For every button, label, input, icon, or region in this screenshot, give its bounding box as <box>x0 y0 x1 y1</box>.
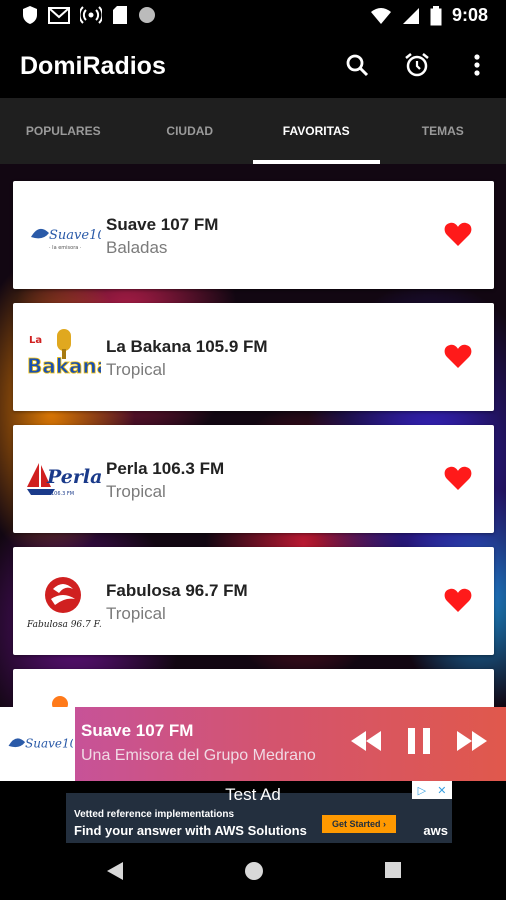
fast-forward-icon[interactable] <box>456 730 488 752</box>
station-card[interactable]: Perla 106.3 FM Perla 106.3 FM Tropical <box>13 425 494 533</box>
station-genre: Baladas <box>106 238 168 257</box>
station-card[interactable]: Fabulosa 96.7 FM Fabulosa 96.7 FM Tropic… <box>13 547 494 655</box>
svg-text:La: La <box>29 335 42 346</box>
svg-text:Suave107: Suave107 <box>25 737 73 751</box>
app-title: DomiRadios <box>20 52 166 80</box>
search-button[interactable] <box>342 50 372 80</box>
station-logo: Fabulosa 96.7 FM <box>25 569 101 633</box>
circle-icon <box>139 7 155 23</box>
favorite-heart-icon[interactable] <box>444 343 472 369</box>
station-card[interactable]: La Bakana La Bakana 105.9 FM Tropical <box>13 303 494 411</box>
wifi-icon <box>370 7 391 24</box>
home-icon[interactable] <box>244 861 264 881</box>
more-options-button[interactable] <box>462 50 492 80</box>
fabulosa-logo-lettering: Fabulosa 96.7 FM <box>26 620 101 630</box>
more-vert-icon <box>474 54 480 76</box>
station-card-partial[interactable] <box>13 669 494 707</box>
station-logo: Suave107 · la emisora · <box>25 203 101 267</box>
app-actions <box>342 50 492 80</box>
station-logo: La Bakana <box>25 325 101 389</box>
station-logo-partial <box>52 696 68 707</box>
status-right-icons: 9:08 <box>370 5 488 26</box>
perla-logo-lettering: Perla <box>46 466 101 488</box>
rewind-icon[interactable] <box>350 730 382 752</box>
status-time: 9:08 <box>451 5 488 25</box>
ad-brand: aws <box>423 823 448 838</box>
station-name: Fabulosa 96.7 FM <box>106 581 248 600</box>
wireless-icon <box>80 6 102 24</box>
status-bar: 9:08 <box>0 0 506 32</box>
svg-text:· la emisora ·: · la emisora · <box>49 245 82 251</box>
tab-populares[interactable]: POPULARES <box>0 98 127 164</box>
signal-icon <box>402 7 419 24</box>
pause-icon[interactable] <box>406 727 432 755</box>
station-name: Perla 106.3 FM <box>106 459 225 478</box>
player-controls <box>350 727 488 755</box>
favorite-heart-icon[interactable] <box>444 465 472 491</box>
alarm-icon <box>405 53 429 77</box>
favorites-list[interactable]: Suave107 · la emisora · Suave 107 FM Bal… <box>0 164 506 707</box>
shield-icon <box>23 6 37 24</box>
system-nav-bar <box>0 843 506 900</box>
now-playing-subtitle: Una Emisora del Grupo Medrano <box>81 747 316 764</box>
station-card[interactable]: Suave107 · la emisora · Suave 107 FM Bal… <box>13 181 494 289</box>
tab-favoritas[interactable]: FAVORITAS <box>253 98 380 164</box>
station-genre: Tropical <box>106 360 166 379</box>
alarm-button[interactable] <box>402 50 432 80</box>
gmail-icon <box>48 7 70 24</box>
favorite-heart-icon[interactable] <box>444 221 472 247</box>
search-icon <box>346 54 369 77</box>
tab-ciudad[interactable]: CIUDAD <box>127 98 254 164</box>
tab-temas[interactable]: TEMAS <box>380 98 506 164</box>
now-playing-title: Suave 107 FM <box>81 721 194 740</box>
ad-cta-button[interactable]: Get Started › <box>322 815 396 833</box>
ad-line1: Vetted reference implementations <box>74 809 235 820</box>
favorite-heart-icon[interactable] <box>444 587 472 613</box>
now-playing-bar[interactable]: Suave107 Suave 107 FM Una Emisora del Gr… <box>0 707 506 781</box>
station-name: Suave 107 FM <box>106 215 219 234</box>
station-name: La Bakana 105.9 FM <box>106 337 268 356</box>
station-logo: Perla 106.3 FM <box>25 447 101 511</box>
back-icon[interactable] <box>106 861 124 881</box>
now-playing-logo: Suave107 <box>0 707 75 781</box>
recents-icon[interactable] <box>384 861 402 879</box>
svg-text:106.3 FM: 106.3 FM <box>51 491 74 497</box>
ad-line2: Find your answer with AWS Solutions <box>74 823 307 838</box>
ad-area: Vetted reference implementations Find yo… <box>0 781 506 843</box>
battery-icon <box>430 5 442 25</box>
station-genre: Tropical <box>106 482 166 501</box>
suave-logo-lettering: Suave107 <box>49 228 101 243</box>
bakana-logo-lettering: Bakana <box>27 354 101 378</box>
status-left-icons <box>22 5 156 25</box>
adchoices-icon[interactable]: ▷ <box>418 784 426 797</box>
ad-choices[interactable]: ▷ ✕ <box>412 781 452 799</box>
ad-close-icon[interactable]: ✕ <box>437 784 446 797</box>
station-genre: Tropical <box>106 604 166 623</box>
app-bar: DomiRadios <box>0 32 506 98</box>
tab-bar: POPULARES CIUDAD FAVORITAS TEMAS <box>0 98 506 164</box>
sd-card-icon <box>113 6 127 24</box>
